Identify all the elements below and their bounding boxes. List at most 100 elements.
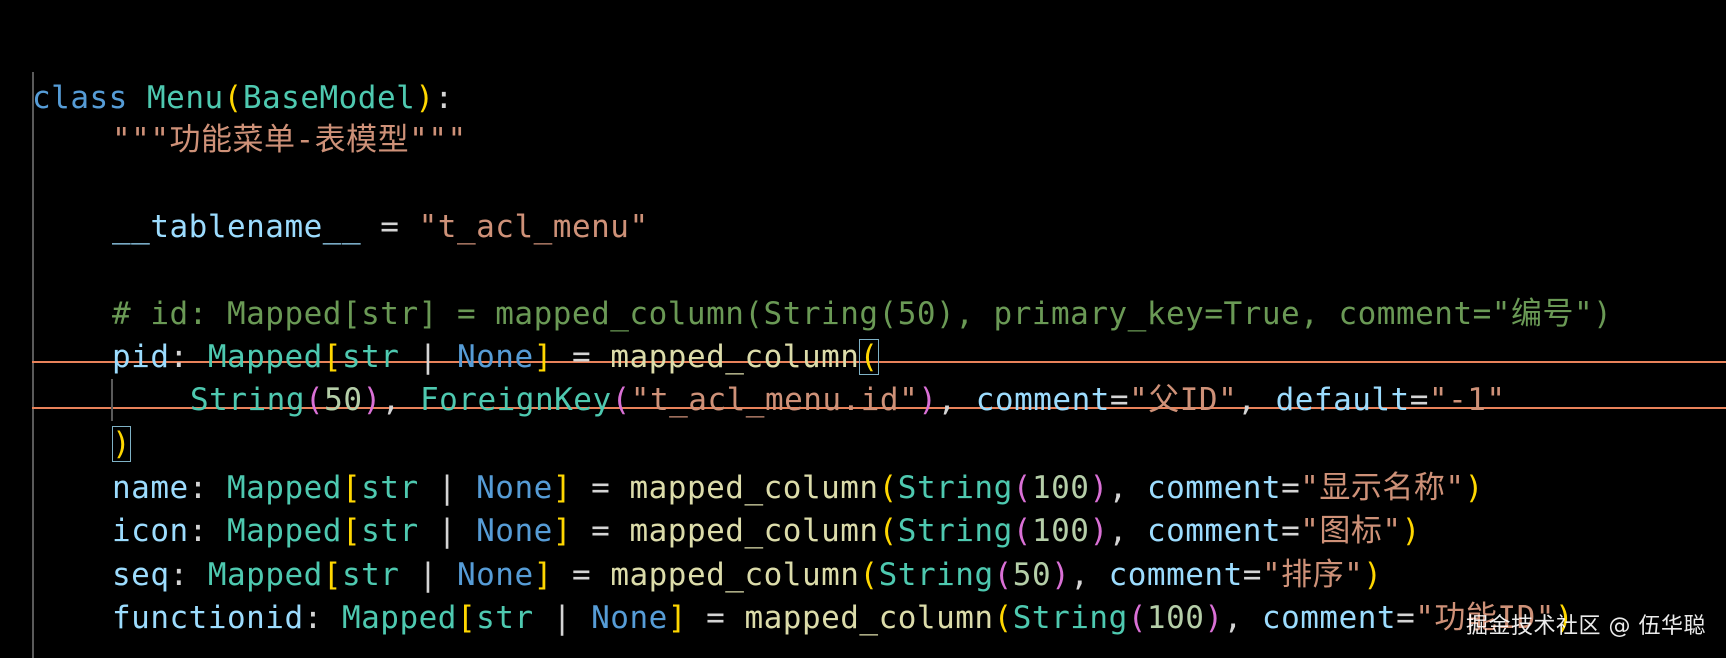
base-class: BaseModel (242, 80, 416, 116)
colon: : (188, 513, 227, 549)
comma: , (1108, 513, 1147, 549)
function-name: mapped_column (610, 557, 860, 593)
operator: = (361, 209, 419, 245)
function-name: mapped_column (629, 513, 879, 549)
bracket: [ (341, 470, 362, 506)
paren: ) (1204, 600, 1224, 636)
string-literal: "t_acl_menu.id" (630, 382, 919, 418)
operator: = (686, 600, 745, 636)
code-line-2[interactable]: """功能菜单-表模型""" (0, 68, 466, 158)
paren: ( (859, 557, 879, 593)
operator: | (399, 557, 457, 593)
paren: ) (1363, 557, 1383, 593)
bracket: [ (322, 557, 342, 593)
code-line-12[interactable]: seq: Mapped[str | None] = mapped_column(… (0, 503, 1382, 593)
number-literal: 100 (1031, 470, 1090, 506)
string-literal: "-1" (1428, 382, 1506, 418)
type-name: str (476, 600, 534, 636)
bracket: ] (552, 513, 572, 549)
operator: = (571, 513, 630, 549)
number-literal: 50 (1012, 557, 1052, 593)
code-line-9[interactable]: ) (0, 372, 132, 462)
paren: ( (611, 382, 631, 418)
paren: ) (1089, 513, 1109, 549)
string-literal: "父ID" (1129, 382, 1238, 418)
type-name: str (341, 557, 400, 593)
paren: ( (993, 600, 1013, 636)
keyword-argument: comment (1261, 600, 1397, 636)
code-line-13[interactable]: functionid: Mapped[str | None] = mapped_… (0, 546, 1574, 636)
indent-guide-nested (111, 379, 113, 421)
class-name: String (897, 513, 1013, 549)
operator: | (418, 513, 477, 549)
bracket: ] (533, 339, 553, 375)
colon: : (169, 557, 208, 593)
code-line-10[interactable]: name: Mapped[str | None] = mapped_column… (0, 416, 1483, 506)
code-line-11[interactable]: icon: Mapped[str | None] = mapped_column… (0, 459, 1420, 549)
keyword-argument: default (1275, 382, 1410, 418)
paren: ( (1012, 470, 1032, 506)
operator: = (552, 557, 611, 593)
code-line-7[interactable]: pid: Mapped[str | None] = mapped_column( (0, 285, 879, 375)
code-line-6[interactable]: # id: Mapped[str] = mapped_column(String… (0, 242, 1612, 332)
type-name: str (361, 513, 419, 549)
docstring: """功能菜单-表模型""" (112, 122, 467, 158)
operator: = (1109, 382, 1130, 418)
matched-bracket: ( (859, 339, 879, 375)
attribute-name: pid (112, 339, 170, 375)
bracket: ] (533, 557, 553, 593)
type-name: None (476, 513, 553, 549)
bracket: ] (667, 600, 687, 636)
paren: ( (878, 470, 898, 506)
paren: ) (1051, 557, 1071, 593)
code-line-1[interactable]: class Menu(BaseModel): (0, 26, 453, 116)
type-name: None (456, 557, 534, 593)
type-name: Mapped (226, 513, 342, 549)
keyword-argument: comment (1146, 513, 1282, 549)
operator: | (399, 339, 457, 375)
function-name: mapped_column (744, 600, 994, 636)
comma: , (1070, 557, 1109, 593)
code-line-4[interactable]: __tablename__ = "t_acl_menu" (0, 155, 648, 245)
class-name: ForeignKey (419, 382, 612, 418)
type-name: None (456, 339, 534, 375)
operator: | (533, 600, 592, 636)
operator: = (1242, 557, 1262, 593)
type-name: Mapped (341, 600, 457, 636)
number-literal: 50 (324, 382, 363, 418)
code-editor[interactable]: class Menu(BaseModel): """功能菜单-表模型""" __… (0, 0, 1726, 658)
type-name: Mapped (226, 470, 342, 506)
operator: = (1396, 600, 1416, 636)
keyword-argument: comment (975, 382, 1110, 418)
operator: = (552, 339, 611, 375)
comment: # id: Mapped[str] = mapped_column(String… (112, 296, 1613, 332)
class-name: String (897, 470, 1013, 506)
matched-bracket: ) (112, 426, 132, 462)
operator: = (1281, 513, 1301, 549)
string-literal: "排序" (1261, 557, 1364, 593)
paren: ( (878, 513, 898, 549)
attribute-name: functionid (112, 600, 304, 636)
type-name: Mapped (207, 339, 323, 375)
attribute-name: icon (112, 513, 189, 549)
attribute-name: seq (112, 557, 170, 593)
bracket: ] (552, 470, 572, 506)
number-literal: 100 (1146, 600, 1205, 636)
type-name: None (476, 470, 553, 506)
attribute-name: __tablename__ (112, 209, 362, 245)
string-literal: "图标" (1300, 513, 1402, 549)
paren: ) (918, 382, 938, 418)
paren: ) (1089, 470, 1109, 506)
bracket: [ (322, 339, 342, 375)
colon: : (434, 80, 454, 116)
paren: ( (223, 80, 243, 116)
paren: ( (1012, 513, 1032, 549)
operator: = (1281, 470, 1301, 506)
attribute-name: name (112, 470, 189, 506)
comma: , (1108, 470, 1147, 506)
type-name: str (341, 339, 400, 375)
comma: , (937, 382, 976, 418)
paren: ) (362, 382, 382, 418)
code-line-8[interactable]: String(50), ForeignKey("t_acl_menu.id"),… (0, 328, 1505, 418)
keyword-argument: comment (1146, 470, 1282, 506)
